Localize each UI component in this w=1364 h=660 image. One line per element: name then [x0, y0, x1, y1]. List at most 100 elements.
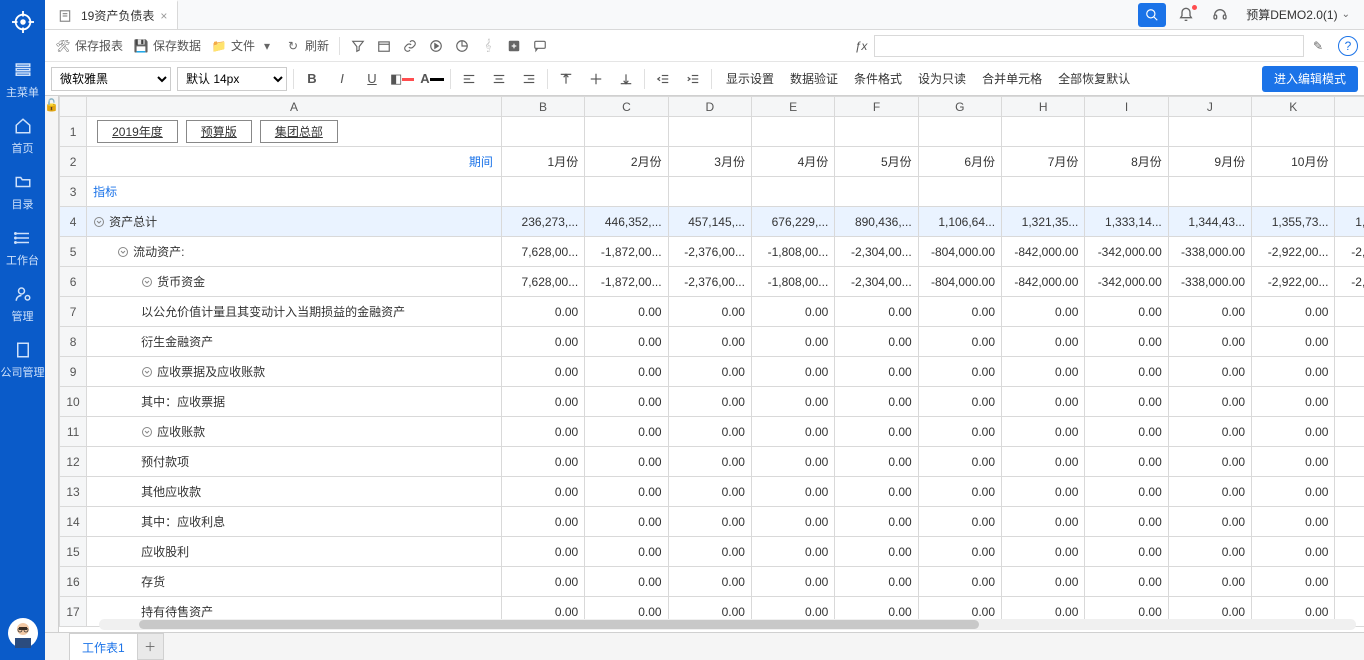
cell[interactable]	[1002, 177, 1085, 207]
font-size-select[interactable]: 默认 14px	[177, 67, 287, 91]
value-cell[interactable]: 0.00	[751, 567, 834, 597]
value-cell[interactable]: 0.00	[501, 567, 584, 597]
col-header[interactable]: D	[668, 97, 751, 117]
value-cell[interactable]: 0.00	[585, 357, 668, 387]
value-cell[interactable]: 0.00	[585, 567, 668, 597]
month-header[interactable]: 7月份	[1002, 147, 1085, 177]
col-header[interactable]: L	[1335, 97, 1364, 117]
value-cell[interactable]: 0.00	[1335, 387, 1364, 417]
value-cell[interactable]: 0.00	[1002, 567, 1085, 597]
value-cell[interactable]: 0.00	[1002, 357, 1085, 387]
value-cell[interactable]: 0.00	[585, 417, 668, 447]
value-cell[interactable]: -842,000.00	[1002, 237, 1085, 267]
value-cell[interactable]: 0.00	[835, 327, 918, 357]
cell[interactable]	[501, 177, 584, 207]
value-cell[interactable]: 0.00	[1085, 327, 1168, 357]
value-cell[interactable]: 0.00	[668, 537, 751, 567]
value-cell[interactable]: 0.00	[1168, 567, 1251, 597]
cell[interactable]	[918, 177, 1001, 207]
value-cell[interactable]: 0.00	[1085, 567, 1168, 597]
value-cell[interactable]: 0.00	[751, 297, 834, 327]
font-family-select[interactable]: 微软雅黑	[51, 67, 171, 91]
value-cell[interactable]: 0.00	[585, 327, 668, 357]
month-header[interactable]: 6月份	[918, 147, 1001, 177]
search-button[interactable]	[1138, 3, 1166, 27]
filter-button[interactable]	[346, 38, 370, 54]
value-cell[interactable]: 676,229,...	[751, 207, 834, 237]
value-cell[interactable]: 0.00	[1002, 417, 1085, 447]
row-header[interactable]: 6	[60, 267, 87, 297]
cell[interactable]	[751, 117, 834, 147]
value-cell[interactable]: 0.00	[1252, 507, 1335, 537]
enter-edit-mode-button[interactable]: 进入编辑模式	[1262, 66, 1358, 92]
indicator-cell[interactable]: 其他应收款	[87, 477, 502, 507]
value-cell[interactable]: 0.00	[835, 357, 918, 387]
value-cell[interactable]: -2,376,00...	[668, 237, 751, 267]
value-cell[interactable]: 0.00	[1335, 297, 1364, 327]
value-cell[interactable]: 0.00	[1168, 417, 1251, 447]
value-cell[interactable]: -2,922,00...	[1252, 237, 1335, 267]
sidebar-item-mainmenu[interactable]: 主菜单	[0, 52, 45, 108]
indicator-cell[interactable]: 预付款项	[87, 447, 502, 477]
value-cell[interactable]: 0.00	[1168, 537, 1251, 567]
row-header[interactable]: 7	[60, 297, 87, 327]
row-header[interactable]: 15	[60, 537, 87, 567]
underline-button[interactable]: U	[360, 67, 384, 91]
value-cell[interactable]: 0.00	[668, 357, 751, 387]
piechart-button[interactable]	[450, 38, 474, 54]
value-cell[interactable]: 0.00	[751, 537, 834, 567]
value-cell[interactable]: 0.00	[1002, 507, 1085, 537]
cell[interactable]	[1168, 117, 1251, 147]
value-cell[interactable]: 0.00	[668, 477, 751, 507]
col-header[interactable]: E	[751, 97, 834, 117]
value-cell[interactable]: 0.00	[751, 507, 834, 537]
month-header[interactable]: 11月份	[1335, 147, 1364, 177]
value-cell[interactable]: 236,273,...	[501, 207, 584, 237]
value-cell[interactable]: -2,926,00...	[1335, 237, 1364, 267]
cell[interactable]	[751, 177, 834, 207]
document-tab[interactable]: 19资产负债表 ×	[45, 0, 178, 29]
font-color-button[interactable]: A	[420, 67, 444, 91]
format-action-4[interactable]: 合并单元格	[974, 67, 1050, 91]
value-cell[interactable]: 0.00	[835, 387, 918, 417]
cell[interactable]	[1252, 117, 1335, 147]
unlink-button[interactable]: 𝄞	[476, 38, 500, 54]
user-avatar[interactable]	[8, 618, 38, 648]
row-header[interactable]: 16	[60, 567, 87, 597]
value-cell[interactable]: 0.00	[918, 417, 1001, 447]
value-cell[interactable]: 446,352,...	[585, 207, 668, 237]
value-cell[interactable]: -2,304,00...	[835, 237, 918, 267]
row-header[interactable]: 11	[60, 417, 87, 447]
cell[interactable]	[1085, 117, 1168, 147]
expand-icon[interactable]	[141, 426, 155, 440]
value-cell[interactable]: 0.00	[501, 507, 584, 537]
value-cell[interactable]: 0.00	[1252, 357, 1335, 387]
value-cell[interactable]: 0.00	[918, 567, 1001, 597]
value-cell[interactable]: -1,808,00...	[751, 237, 834, 267]
value-cell[interactable]: 1,106,64...	[918, 207, 1001, 237]
value-cell[interactable]: 0.00	[1252, 297, 1335, 327]
value-cell[interactable]: 0.00	[1085, 417, 1168, 447]
col-header[interactable]: G	[918, 97, 1001, 117]
save-report-button[interactable]: 🛠保存报表	[51, 37, 127, 54]
valign-middle-button[interactable]	[584, 67, 608, 91]
indicator-cell[interactable]: 应收票据及应收账款	[87, 357, 502, 387]
save-data-button[interactable]: 💾保存数据	[129, 37, 205, 54]
cell[interactable]	[1168, 177, 1251, 207]
sidebar-item-home[interactable]: 首页	[0, 108, 45, 164]
row-header[interactable]: 13	[60, 477, 87, 507]
month-header[interactable]: 8月份	[1085, 147, 1168, 177]
bold-button[interactable]: B	[300, 67, 324, 91]
value-cell[interactable]: 0.00	[501, 297, 584, 327]
value-cell[interactable]: 0.00	[751, 357, 834, 387]
outdent-button[interactable]	[651, 67, 675, 91]
value-cell[interactable]: 0.00	[1168, 357, 1251, 387]
close-icon[interactable]: ×	[160, 9, 167, 23]
value-cell[interactable]: 0.00	[1335, 477, 1364, 507]
value-cell[interactable]: 0.00	[1252, 567, 1335, 597]
indicator-label[interactable]: 指标	[87, 177, 502, 207]
expand-icon[interactable]	[141, 366, 155, 380]
value-cell[interactable]: 0.00	[835, 507, 918, 537]
row-header[interactable]: 17	[60, 597, 87, 627]
value-cell[interactable]: 0.00	[918, 387, 1001, 417]
